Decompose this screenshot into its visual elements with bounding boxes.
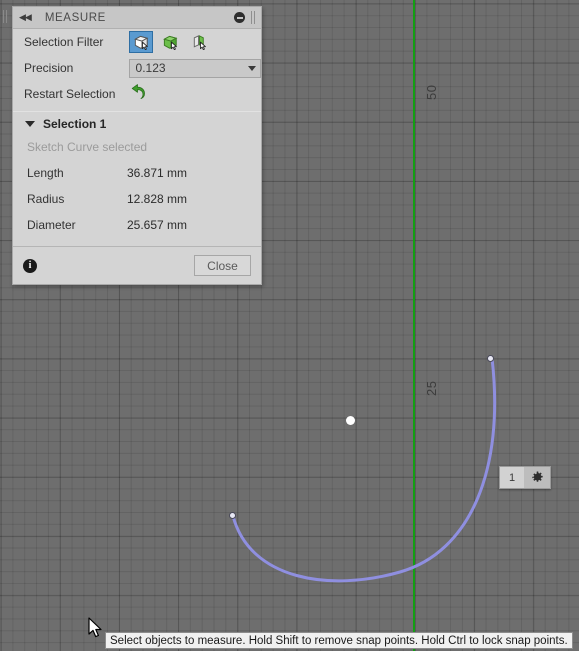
row-precision: Precision 0.123 (13, 55, 261, 81)
measure-panel[interactable]: ◀◀ MEASURE Selection Filter Precision 0.… (12, 6, 262, 285)
property-row-radius: Radius 12.828 mm (13, 186, 261, 212)
panel-dock-grip-left[interactable] (3, 10, 9, 23)
filter-select-sketch-button[interactable] (187, 31, 211, 53)
mouse-cursor (88, 617, 102, 638)
chevron-down-icon (248, 65, 256, 71)
selection-section-header[interactable]: Selection 1 (13, 112, 261, 136)
property-name: Radius (27, 192, 65, 206)
precision-label: Precision (24, 61, 74, 75)
info-icon[interactable]: i (23, 258, 37, 273)
chevron-down-icon (25, 121, 35, 127)
collapse-left-arrows-icon[interactable]: ◀◀ (19, 13, 32, 22)
precision-dropdown[interactable]: 0.123 (128, 58, 261, 78)
property-name: Diameter (27, 218, 76, 232)
arc-endpoint-top[interactable] (487, 355, 494, 362)
selection-hint-text: Sketch Curve selected (27, 140, 148, 154)
close-button[interactable]: Close (194, 255, 251, 276)
snap-point-count: 1 (508, 471, 516, 484)
undo-arrow-icon[interactable] (129, 84, 147, 104)
property-row-diameter: Diameter 25.657 mm (13, 212, 261, 238)
filter-select-face-button[interactable] (158, 31, 182, 53)
property-value: 25.657 mm (127, 218, 188, 232)
filter-select-body-button[interactable] (129, 31, 153, 53)
gear-icon[interactable] (524, 467, 550, 488)
panel-footer: i Close (13, 246, 261, 284)
snap-point-widget[interactable]: 1 (499, 466, 551, 489)
property-row-length: Length 36.871 mm (13, 160, 261, 186)
panel-resize-grip[interactable] (251, 11, 257, 24)
selection-section-title: Selection 1 (43, 117, 107, 131)
property-value: 12.828 mm (127, 192, 188, 206)
property-name: Length (27, 166, 64, 180)
panel-body: Selection Filter Precision 0.123 Restart… (13, 29, 261, 238)
restart-selection-label: Restart Selection (24, 87, 116, 101)
arc-center-point[interactable] (346, 416, 355, 425)
row-selection-filter: Selection Filter (13, 29, 261, 55)
status-tooltip: Select objects to measure. Hold Shift to… (105, 632, 573, 649)
precision-value: 0.123 (135, 61, 166, 75)
selection-filter-label: Selection Filter (24, 35, 104, 49)
arc-endpoint-left[interactable] (229, 512, 236, 519)
row-restart-selection: Restart Selection (13, 81, 261, 107)
panel-title: MEASURE (44, 11, 106, 24)
property-value: 36.871 mm (127, 166, 188, 180)
minimize-icon[interactable] (234, 12, 245, 23)
status-message: Select objects to measure. Hold Shift to… (110, 634, 568, 647)
panel-titlebar[interactable]: ◀◀ MEASURE (13, 7, 261, 29)
selection-filter-buttons (129, 31, 211, 53)
